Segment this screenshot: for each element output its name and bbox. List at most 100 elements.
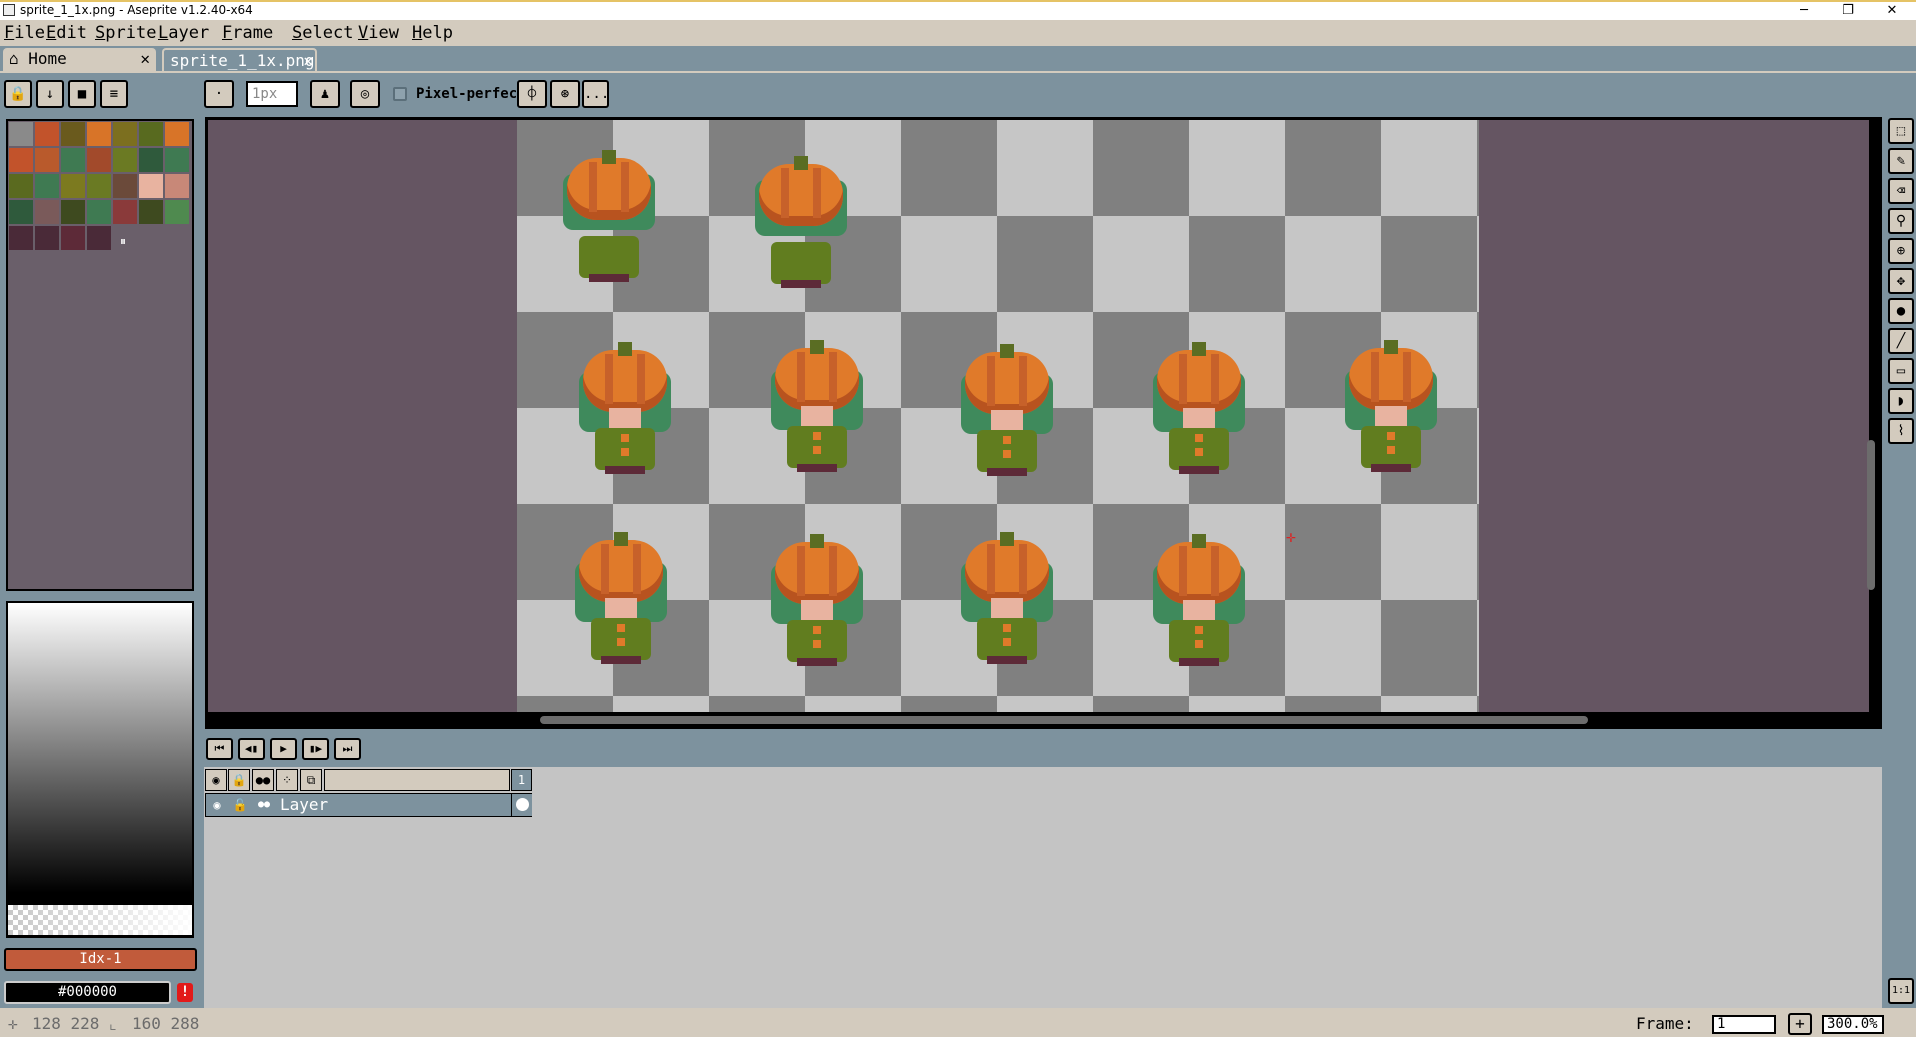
palette-swatch[interactable] <box>165 122 189 146</box>
previous-frame-button[interactable]: ◀▮ <box>238 738 265 760</box>
tab-sprite[interactable]: sprite_1_1x.png ✕ <box>162 48 317 71</box>
palette-swatch[interactable] <box>139 200 163 224</box>
palette-swatch[interactable] <box>61 226 85 250</box>
layer-name[interactable]: Layer <box>280 795 328 814</box>
pixel-perfect-checkbox[interactable] <box>393 87 407 101</box>
menu-select[interactable]: Select <box>292 23 353 43</box>
palette-swatch[interactable] <box>9 174 33 198</box>
palette-swatch[interactable] <box>113 174 137 198</box>
app-icon <box>3 4 15 16</box>
palette-swatch[interactable] <box>35 226 59 250</box>
move-tool-icon[interactable]: ✥ <box>1888 268 1914 294</box>
zoom-tool-icon[interactable]: ⊕ <box>1888 238 1914 264</box>
lock-header-icon[interactable]: 🔒 <box>228 769 250 791</box>
add-frame-button[interactable]: + <box>1788 1013 1812 1035</box>
line-tool-icon[interactable]: ╱ <box>1888 328 1914 354</box>
rectangle-tool-icon[interactable]: ▭ <box>1888 358 1914 384</box>
palette-swatch[interactable] <box>9 122 33 146</box>
next-frame-button[interactable]: ▮▶ <box>302 738 329 760</box>
reset-zoom-button[interactable]: 1:1 <box>1888 978 1914 1004</box>
eye-icon[interactable]: ◉ <box>206 794 228 816</box>
menu-help[interactable]: Help <box>412 23 453 43</box>
brush-size-input[interactable]: 1px <box>246 81 298 107</box>
palette-swatch[interactable] <box>113 148 137 172</box>
palette-swatch[interactable] <box>113 200 137 224</box>
continuous-icon[interactable]: ●● <box>253 794 275 816</box>
link-header-icon[interactable]: ⁘ <box>276 769 298 791</box>
tab-home-close-icon[interactable]: ✕ <box>140 48 150 70</box>
palette-swatch[interactable] <box>35 122 59 146</box>
layer-row[interactable]: ◉ 🔓 ●● Layer <box>205 793 532 817</box>
brush-type-icon[interactable]: · <box>204 80 234 108</box>
blur-tool-icon[interactable]: ⌇ <box>1888 418 1914 444</box>
palette-swatch[interactable] <box>165 174 189 198</box>
close-window-button[interactable]: ✕ <box>1874 1 1910 21</box>
paint-bucket-tool-icon[interactable]: ● <box>1888 298 1914 324</box>
frame-header-1[interactable]: 1 <box>511 769 532 791</box>
eraser-tool-icon[interactable]: ⌫ <box>1888 178 1914 204</box>
palette-swatch[interactable] <box>139 174 163 198</box>
menu-file[interactable]: File <box>4 23 45 43</box>
symmetry-icon[interactable]: ⌽ <box>517 80 547 108</box>
menu-layer[interactable]: Layer <box>158 23 209 43</box>
palette-swatch[interactable] <box>139 148 163 172</box>
eyedropper-tool-icon[interactable]: ⚲ <box>1888 208 1914 234</box>
background-color-button[interactable]: #000000 <box>4 981 171 1004</box>
lock-alpha-icon[interactable]: 🔒 <box>4 80 32 108</box>
vertical-scroll-thumb[interactable] <box>1867 440 1875 590</box>
color-warning-icon[interactable]: ! <box>177 983 193 1002</box>
pencil-tool-icon[interactable]: ✎ <box>1888 148 1914 174</box>
restore-button[interactable]: ❐ <box>1830 1 1866 21</box>
more-options-button[interactable]: ... <box>582 80 609 108</box>
palette-swatch[interactable] <box>113 122 137 146</box>
palette-swatch[interactable] <box>9 200 33 224</box>
zoom-input[interactable]: 300.0% <box>1822 1015 1884 1034</box>
visibility-header-icon[interactable]: ◉ <box>205 769 227 791</box>
frame-input[interactable]: 1 <box>1712 1015 1776 1034</box>
palette-swatch[interactable] <box>61 122 85 146</box>
contour-tool-icon[interactable]: ◗ <box>1888 388 1914 414</box>
palette-swatch[interactable] <box>9 148 33 172</box>
marquee-tool-icon[interactable]: ⬚ <box>1888 118 1914 144</box>
cel-frame-1[interactable] <box>511 794 532 816</box>
palette-swatch[interactable] <box>87 122 111 146</box>
alpha-slider[interactable] <box>8 905 192 935</box>
first-frame-button[interactable]: ⏮ <box>206 738 233 760</box>
dynamics-icon[interactable]: ⊛ <box>550 80 580 108</box>
palette-presets-icon[interactable]: ■ <box>68 80 96 108</box>
menu-sprite[interactable]: Sprite <box>95 23 156 43</box>
opacity-icon[interactable]: ◎ <box>350 80 380 108</box>
palette-swatch[interactable] <box>165 148 189 172</box>
palette-swatch[interactable] <box>61 148 85 172</box>
continuous-header-icon[interactable]: ●● <box>252 769 274 791</box>
onion-skin-icon[interactable]: ⧉ <box>300 769 322 791</box>
last-frame-button[interactable]: ⏭ <box>334 738 361 760</box>
minimize-button[interactable]: ─ <box>1786 1 1822 21</box>
palette-swatch[interactable] <box>35 174 59 198</box>
play-button[interactable]: ▶ <box>270 738 297 760</box>
palette-swatch[interactable] <box>165 200 189 224</box>
palette-swatch[interactable] <box>87 226 111 250</box>
menu-frame[interactable]: Frame <box>222 23 273 43</box>
palette-options-icon[interactable]: ≡ <box>100 80 128 108</box>
foreground-color-button[interactable]: Idx-1 <box>4 948 197 971</box>
palette-swatch[interactable] <box>87 148 111 172</box>
ink-type-icon[interactable]: ♟ <box>310 80 340 108</box>
menu-view[interactable]: View <box>358 23 399 43</box>
palette-swatch[interactable] <box>87 174 111 198</box>
palette-swatch[interactable] <box>35 200 59 224</box>
palette-swatch[interactable] <box>9 226 33 250</box>
palette-swatch[interactable] <box>61 174 85 198</box>
sort-palette-icon[interactable]: ↓ <box>36 80 64 108</box>
menu-edit[interactable]: Edit <box>46 23 87 43</box>
tab-home[interactable]: ⌂ Home ✕ <box>3 48 156 71</box>
palette-swatch[interactable] <box>87 200 111 224</box>
palette-swatch[interactable] <box>139 122 163 146</box>
horizontal-scroll-thumb[interactable] <box>540 716 1588 724</box>
tab-sprite-close-icon[interactable]: ✕ <box>303 50 313 72</box>
color-shade-box[interactable] <box>6 601 194 938</box>
sprite-canvas[interactable] <box>517 120 1479 712</box>
palette-swatch[interactable] <box>61 200 85 224</box>
padlock-icon[interactable]: 🔓 <box>229 794 251 816</box>
palette-swatch[interactable] <box>35 148 59 172</box>
